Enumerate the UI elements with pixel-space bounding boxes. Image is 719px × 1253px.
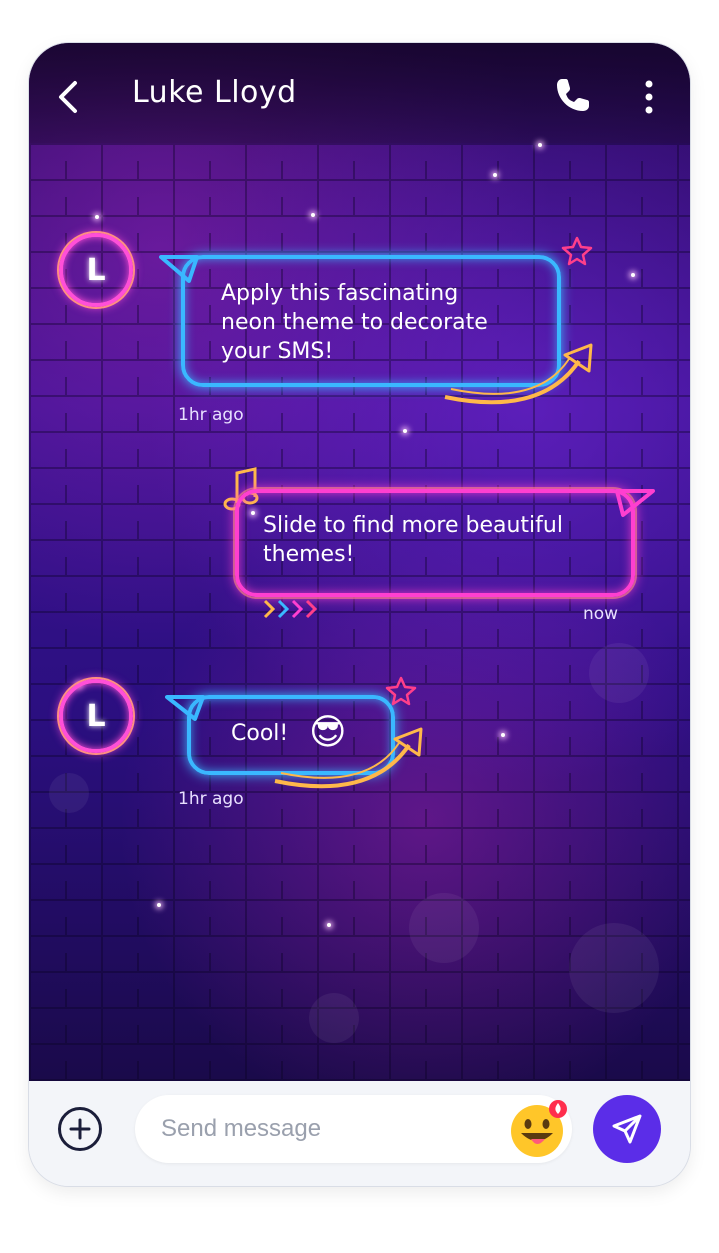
message-line: your SMS!: [221, 339, 334, 364]
vertical-dots-icon: [645, 80, 653, 114]
sparkle: [538, 143, 542, 147]
message-line: Apply this fascinating: [221, 281, 459, 306]
composer-bar: Send message: [29, 1081, 690, 1186]
sparkle: [157, 903, 161, 907]
avatar[interactable]: L: [59, 233, 133, 307]
call-button[interactable]: [553, 75, 593, 115]
phone-icon: [557, 79, 589, 111]
avatar-letter: L: [86, 698, 106, 734]
chat-background: Luke Lloyd L Apply this fascinating neon…: [29, 43, 690, 1081]
star-icon: [385, 676, 417, 706]
plus-icon: [69, 1118, 91, 1140]
sparkle: [403, 429, 407, 433]
message-time: 1hr ago: [178, 405, 244, 425]
bokeh-light: [569, 923, 659, 1013]
message-time: 1hr ago: [178, 789, 244, 809]
avatar-letter: L: [86, 252, 106, 288]
bokeh-light: [49, 773, 89, 813]
back-button[interactable]: [53, 79, 85, 115]
star-icon: [561, 236, 593, 266]
message-time: now: [583, 604, 619, 624]
phone-frame: Luke Lloyd L Apply this fascinating neon…: [29, 43, 690, 1186]
tongue-emoji-icon: [511, 1100, 567, 1157]
bokeh-light: [309, 993, 359, 1043]
more-options-button[interactable]: [637, 77, 661, 117]
paper-plane-icon: [612, 1114, 642, 1144]
sparkle: [631, 273, 635, 277]
swoosh-arrow-icon: [444, 343, 593, 405]
message-line: themes!: [263, 542, 355, 567]
message-line: Slide to find more beautiful: [263, 513, 563, 538]
message-line: neon theme to decorate: [221, 310, 488, 335]
emoji-button[interactable]: [509, 1099, 569, 1159]
send-button[interactable]: [593, 1095, 661, 1163]
bokeh-light: [409, 893, 479, 963]
sparkle: [311, 213, 315, 217]
message-input-placeholder: Send message: [161, 1115, 322, 1142]
message-bubble-outgoing[interactable]: Slide to find more beautiful themes!: [235, 489, 635, 597]
message-input[interactable]: Send message: [135, 1095, 572, 1163]
sparkle: [501, 733, 505, 737]
bubble-tail: [615, 489, 655, 517]
bokeh-light: [589, 643, 649, 703]
contact-name: Luke Lloyd: [132, 75, 297, 110]
chevron-left-icon: [59, 81, 77, 113]
avatar[interactable]: L: [59, 679, 133, 753]
swoosh-arrow-icon: [274, 727, 423, 789]
sparkle: [327, 923, 331, 927]
sparkle: [493, 173, 497, 177]
sparkle: [95, 215, 99, 219]
chevrons-right-icon: [263, 599, 318, 619]
add-attachment-button[interactable]: [58, 1107, 102, 1151]
